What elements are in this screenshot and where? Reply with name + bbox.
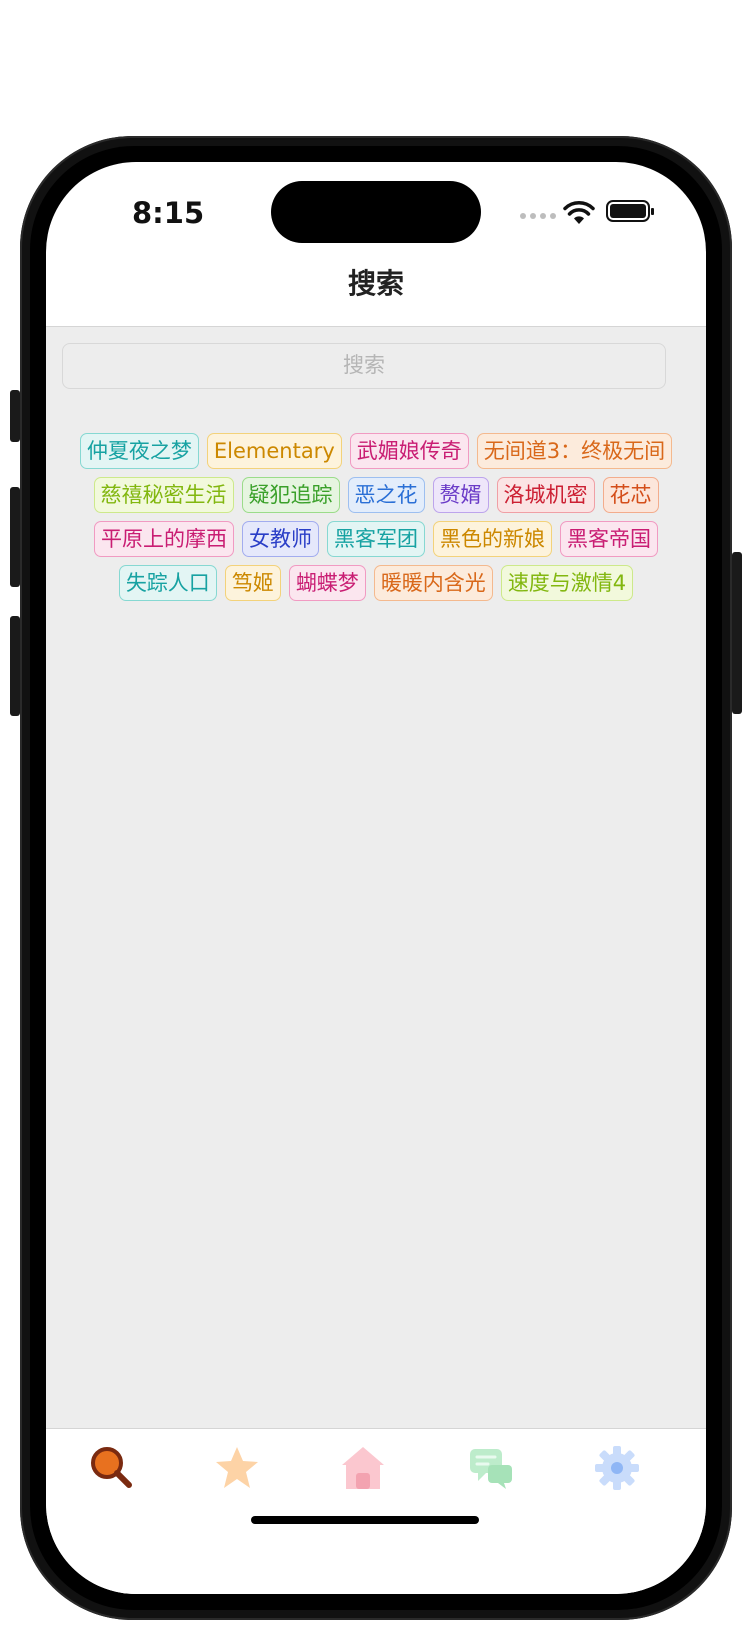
tag-chip[interactable]: 女教师 — [242, 521, 319, 557]
tag-chip[interactable]: 平原上的摩西 — [94, 521, 234, 557]
volume-up-button — [10, 487, 20, 587]
action-button — [10, 390, 20, 442]
tag-chip[interactable]: 赘婿 — [432, 477, 489, 513]
hot-tags: 仲夏夜之梦 Elementary 武媚娘传奇 无间道3：终极无间慈禧秘密生活 疑犯追踪恶… — [62, 433, 690, 601]
search-input[interactable]: 搜索 — [62, 343, 666, 389]
tag-chip[interactable]: 恶之花 — [347, 477, 425, 513]
tag-chip[interactable]: 武媚娘传奇 — [349, 433, 469, 469]
tag-chip[interactable]: 黑色的新娘 — [433, 521, 552, 557]
tag-chip[interactable]: 花芯 — [602, 477, 659, 513]
tag-chip[interactable]: 洛城机密 — [496, 477, 595, 513]
tag-chip[interactable]: 蝴蝶梦 — [288, 565, 366, 601]
search-content: 搜索 仲夏夜之梦 Elementary 武媚娘传奇 无间道3：终极无间慈禧秘密生活 疑犯… — [46, 327, 706, 1429]
screen: 8:15 搜索 搜索 仲夏夜之梦 Elementary 武媚娘传奇 无间道3：终极无间… — [46, 162, 706, 1594]
tag-chip[interactable]: 速度与激情4 — [500, 565, 634, 601]
tag-chip[interactable]: 失踪人口 — [118, 565, 217, 601]
home-icon[interactable] — [338, 1443, 388, 1493]
tag-chip[interactable]: 疑犯追踪 — [241, 477, 340, 513]
chat-icon[interactable] — [466, 1443, 516, 1493]
dynamic-island — [271, 181, 481, 243]
tab-bar — [46, 1429, 706, 1594]
tag-chip[interactable]: 笃姬 — [224, 565, 281, 601]
tag-chip[interactable]: Elementary — [206, 433, 342, 469]
tag-chip[interactable]: 仲夏夜之梦 — [79, 433, 199, 469]
page-title: 搜索 — [347, 267, 404, 300]
tag-chip[interactable]: 无间道3：终极无间 — [476, 433, 673, 469]
home-indicator — [251, 1516, 479, 1524]
power-button — [732, 552, 742, 714]
battery-icon — [606, 200, 654, 222]
search-icon[interactable] — [87, 1443, 137, 1493]
tag-chip[interactable]: 黑客军团 — [327, 521, 425, 557]
gear-icon[interactable] — [592, 1443, 642, 1493]
tag-chip[interactable]: 暖暖内含光 — [373, 565, 493, 601]
wifi-icon — [563, 201, 595, 224]
status-time: 8:15 — [132, 196, 205, 230]
star-icon[interactable] — [212, 1443, 262, 1493]
tag-chip[interactable]: 黑客帝国 — [560, 521, 658, 557]
tag-chip[interactable]: 慈禧秘密生活 — [93, 477, 234, 513]
cellular-signal-icon — [520, 213, 556, 219]
volume-down-button — [10, 616, 20, 716]
